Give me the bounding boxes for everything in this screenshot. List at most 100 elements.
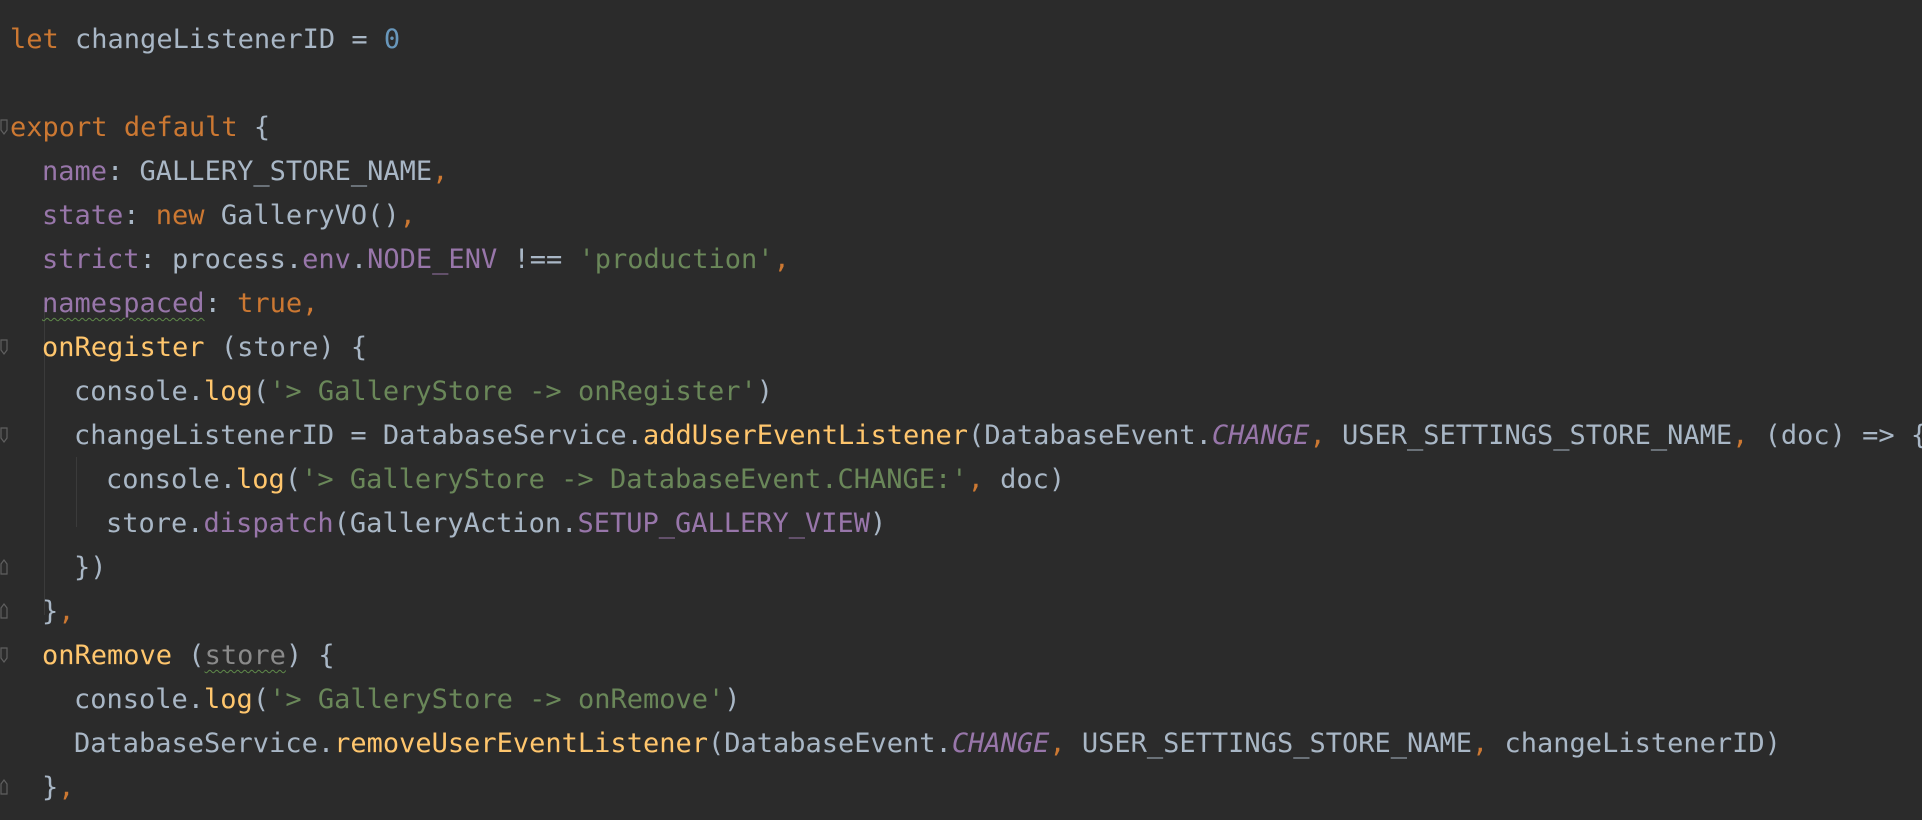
code-line-16: console.log('> GalleryStore -> onRemove'… bbox=[0, 678, 1922, 722]
code-text: DatabaseService. bbox=[74, 728, 335, 759]
keyword: export bbox=[10, 112, 108, 143]
code-text: ( bbox=[284, 464, 302, 495]
code-line-6: strict: process.env.NODE_ENV !== 'produc… bbox=[0, 238, 1922, 282]
function-name: log bbox=[204, 376, 253, 407]
punctuation: , bbox=[967, 464, 1001, 495]
punctuation: , bbox=[1472, 728, 1505, 759]
fold-icon[interactable] bbox=[0, 779, 9, 795]
code-line-12: store.dispatch(GalleryAction.SETUP_GALLE… bbox=[0, 502, 1922, 546]
punctuation: , bbox=[302, 288, 319, 319]
property: state bbox=[42, 200, 124, 231]
number-literal: 0 bbox=[383, 24, 401, 55]
code-line-18: }, bbox=[0, 766, 1922, 810]
code-line-17: DatabaseService.removeUserEventListener(… bbox=[0, 722, 1922, 766]
code-text: ) bbox=[870, 508, 887, 539]
code-text: changeListenerID) bbox=[1504, 728, 1781, 759]
keyword: new bbox=[155, 200, 205, 231]
property: SETUP_GALLERY_VIEW bbox=[577, 508, 871, 539]
code-text: (GalleryAction. bbox=[333, 508, 578, 539]
code-text: doc) bbox=[1000, 464, 1066, 495]
function-name: addUserEventListener bbox=[642, 420, 969, 451]
code-text: { bbox=[237, 112, 271, 143]
code-editor[interactable]: let changeListenerID = 0 export default … bbox=[0, 0, 1922, 820]
string-literal: 'production' bbox=[578, 244, 774, 275]
code-line-5: state: new GalleryVO(), bbox=[0, 194, 1922, 238]
code-text: changeListenerID = bbox=[58, 24, 384, 55]
code-line-4: name: GALLERY_STORE_NAME, bbox=[0, 150, 1922, 194]
property: strict bbox=[42, 244, 140, 275]
code-text: ( bbox=[252, 684, 270, 715]
code-text: : process. bbox=[139, 244, 303, 275]
function-name: log bbox=[236, 464, 285, 495]
code-text: console. bbox=[74, 376, 205, 407]
code-line-1: let changeListenerID = 0 bbox=[0, 18, 1922, 62]
function-name: log bbox=[204, 684, 253, 715]
function-name: onRemove bbox=[42, 640, 173, 671]
code-line-7: namespaced: true, bbox=[0, 282, 1922, 326]
code-text: USER_SETTINGS_STORE_NAME bbox=[1081, 728, 1473, 759]
unused-parameter: store bbox=[204, 640, 286, 671]
property: env bbox=[302, 244, 351, 275]
code-line-3: export default { bbox=[0, 106, 1922, 150]
code-text: (DatabaseEvent. bbox=[968, 420, 1212, 451]
keyword: default bbox=[123, 112, 238, 143]
fold-icon[interactable] bbox=[0, 559, 9, 575]
fold-icon[interactable] bbox=[0, 119, 9, 135]
punctuation: , bbox=[58, 596, 75, 627]
code-text: USER_SETTINGS_STORE_NAME bbox=[1341, 420, 1733, 451]
code-text: : bbox=[204, 288, 238, 319]
code-text: } bbox=[42, 772, 59, 803]
code-text: } bbox=[42, 596, 59, 627]
code-text: (DatabaseEvent. bbox=[707, 728, 952, 759]
code-text: console. bbox=[106, 464, 237, 495]
code-line-15: onRemove (store) { bbox=[0, 634, 1922, 678]
code-line-14: }, bbox=[0, 590, 1922, 634]
code-text: ) { bbox=[285, 640, 335, 671]
property: name bbox=[42, 156, 108, 187]
fold-icon[interactable] bbox=[0, 647, 9, 663]
code-line-10: changeListenerID = DatabaseService.addUs… bbox=[0, 414, 1922, 458]
property: dispatch bbox=[203, 508, 334, 539]
code-text: ( bbox=[172, 640, 205, 671]
fold-icon[interactable] bbox=[0, 603, 9, 619]
punctuation: , bbox=[432, 156, 449, 187]
fold-icon[interactable] bbox=[0, 339, 9, 355]
string-literal: '> GalleryStore -> DatabaseEvent.CHANGE:… bbox=[301, 464, 968, 495]
punctuation: , bbox=[1732, 420, 1765, 451]
keyword: true bbox=[237, 288, 303, 319]
code-text: : GALLERY_STORE_NAME bbox=[107, 156, 433, 187]
punctuation: , bbox=[1309, 420, 1342, 451]
function-name: onRegister bbox=[42, 332, 205, 363]
fold-icon[interactable] bbox=[0, 427, 9, 443]
code-text: . bbox=[350, 244, 368, 275]
punctuation: , bbox=[1049, 728, 1082, 759]
code-text: : bbox=[123, 200, 156, 231]
code-line-9: console.log('> GalleryStore -> onRegiste… bbox=[0, 370, 1922, 414]
code-text: ) bbox=[724, 684, 741, 715]
constant: CHANGE bbox=[1211, 420, 1310, 451]
code-text: store. bbox=[106, 508, 204, 539]
property: namespaced bbox=[42, 288, 205, 319]
code-line-13: }) bbox=[0, 546, 1922, 590]
code-line-11: console.log('> GalleryStore -> DatabaseE… bbox=[0, 458, 1922, 502]
constant: CHANGE bbox=[951, 728, 1050, 759]
keyword: let bbox=[10, 24, 59, 55]
punctuation: , bbox=[58, 772, 75, 803]
punctuation: , bbox=[773, 244, 790, 275]
property: NODE_ENV bbox=[367, 244, 498, 275]
code-line-8: onRegister (store) { bbox=[0, 326, 1922, 370]
code-text: ) bbox=[756, 376, 774, 407]
code-text: changeListenerID = DatabaseService. bbox=[74, 420, 643, 451]
function-name: removeUserEventListener bbox=[334, 728, 708, 759]
code-text: console. bbox=[74, 684, 205, 715]
code-text: }) bbox=[74, 552, 107, 583]
code-text: ( bbox=[252, 376, 270, 407]
code-text: GalleryVO() bbox=[204, 200, 400, 231]
string-literal: '> GalleryStore -> onRemove' bbox=[269, 684, 725, 715]
code-text: (store) { bbox=[204, 332, 368, 363]
code-text: !== bbox=[497, 244, 579, 275]
string-literal: '> GalleryStore -> onRegister' bbox=[269, 376, 757, 407]
code-text: (doc) => { bbox=[1764, 420, 1922, 451]
punctuation: , bbox=[399, 200, 416, 231]
